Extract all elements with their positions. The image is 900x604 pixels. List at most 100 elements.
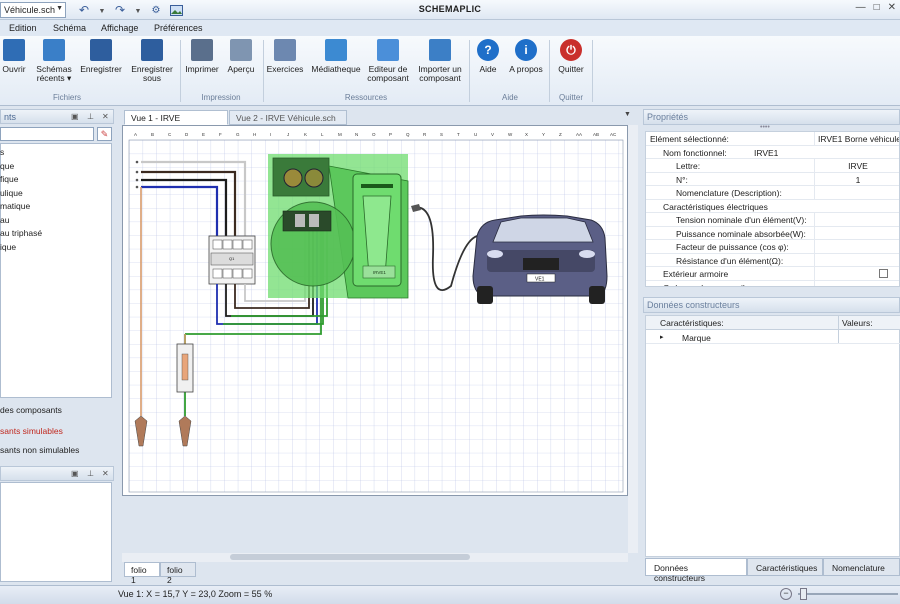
column-letter: S (440, 132, 443, 137)
tab-caracteristiques[interactable]: Caractéristiques (747, 558, 823, 576)
ribbon-button-save[interactable]: Enregistrer (79, 39, 123, 74)
redo-dropdown-icon[interactable]: ▼ (130, 3, 146, 19)
tab-vue-2[interactable]: Vue 2 - IRVE Véhicule.sch (229, 110, 347, 125)
save-as-icon (141, 39, 163, 61)
property-value[interactable] (814, 280, 899, 286)
file-combo[interactable]: Véhicule.sch ▼ (0, 2, 66, 18)
ribbon-button-quit[interactable]: ⏻ Quitter (555, 39, 587, 74)
property-row[interactable]: Extérieur armoire (646, 267, 899, 281)
property-value[interactable]: IRVE1 Borne véhicule é (814, 132, 899, 145)
exercises-icon (274, 39, 296, 61)
tools-icon[interactable]: ⚙ (148, 2, 164, 18)
pin-icon[interactable]: ⊥ (87, 469, 94, 478)
tab-nomenclature[interactable]: Nomenclature (823, 558, 900, 576)
panel-menu-icon[interactable]: ▣ (71, 112, 79, 121)
property-value[interactable] (814, 226, 899, 240)
tab-vue-1[interactable]: Vue 1 - IRVE Véhicule.sch (124, 110, 228, 133)
property-row[interactable]: Nom fonctionnel: IRVE1 (646, 146, 899, 159)
tree-item[interactable]: au (0, 215, 9, 225)
tab-donnees-constructeurs[interactable]: Données constructeurs (645, 558, 747, 583)
close-panel-icon[interactable]: ✕ (102, 469, 109, 478)
close-panel-icon[interactable]: ✕ (102, 112, 109, 121)
property-row[interactable]: Lettre: IRVE (646, 159, 899, 173)
zoom-slider-track[interactable] (798, 593, 898, 595)
group-label-impression: Impression (201, 93, 241, 102)
ribbon-button-exercises[interactable]: Exercices (267, 39, 303, 74)
tree-item[interactable]: au triphasé (0, 228, 42, 238)
redo-icon[interactable]: ↷ (112, 2, 128, 18)
property-checkbox[interactable] (814, 267, 899, 280)
tree-item[interactable]: fique (0, 174, 18, 184)
property-row[interactable]: Ordonner les appareils (646, 280, 899, 287)
tree-item[interactable]: s (0, 147, 4, 157)
save-icon (90, 39, 112, 61)
tree-item[interactable]: que (0, 161, 14, 171)
pencil-icon[interactable]: ✎ (97, 127, 112, 141)
ribbon-button-media-library[interactable]: Médiatheque (310, 39, 362, 74)
legend-item[interactable]: sants non simulables (0, 445, 79, 455)
charging-station-irve1: IRVE1 (268, 154, 409, 299)
drawing-sheet[interactable]: A B C D E F G H I J K L M N O P Q R S T U V W X Y Z AA AB AC Q1 (122, 125, 628, 496)
menu-edition[interactable]: Edition (9, 23, 37, 33)
property-row[interactable]: Tension nominale d'un élément(V): (646, 213, 899, 227)
undo-dropdown-icon[interactable]: ▼ (94, 3, 110, 19)
quit-icon: ⏻ (560, 39, 582, 61)
pin-icon[interactable]: ⊥ (87, 112, 94, 121)
component-search-input[interactable] (0, 127, 94, 141)
tab-folio-2[interactable]: folio 2 (160, 562, 196, 585)
zoom-slider-thumb[interactable] (800, 588, 807, 600)
row-expand-icon[interactable]: ▸ (660, 333, 664, 341)
column-letter: W (508, 132, 513, 137)
property-value[interactable] (814, 253, 899, 267)
menu-schema[interactable]: Schéma (53, 23, 86, 33)
vertical-scrollbar[interactable] (628, 125, 638, 553)
tree-item[interactable]: ulique (0, 188, 23, 198)
ribbon-button-about[interactable]: i A propos (507, 39, 545, 74)
image-icon[interactable] (168, 2, 184, 18)
property-value[interactable] (814, 213, 899, 226)
property-value[interactable] (814, 186, 899, 199)
tree-item[interactable]: ique (0, 242, 16, 252)
checkbox-icon[interactable] (878, 269, 888, 278)
undo-icon[interactable]: ↶ (76, 2, 92, 18)
property-label: Ordonner les appareils (663, 283, 749, 287)
tab-list-dropdown-icon[interactable]: ▼ (624, 111, 631, 118)
tab-folio-1[interactable]: folio 1 (124, 562, 160, 585)
ribbon-button-recent-schemas[interactable]: Schémas récents ▾ (34, 39, 74, 83)
menu-preferences[interactable]: Préférences (154, 23, 203, 33)
property-row[interactable]: Facteur de puissance (cos φ): (646, 240, 899, 254)
property-row[interactable]: Puissance nominale absorbée(W): (646, 226, 899, 240)
legend-item[interactable]: des composants (0, 405, 62, 415)
property-row[interactable]: Elément sélectionné: IRVE1 Borne véhicule… (646, 132, 899, 146)
column-letter: Q (406, 132, 410, 137)
zoom-out-button[interactable]: − (780, 588, 792, 600)
property-value[interactable]: 1 (814, 172, 899, 186)
menu-affichage[interactable]: Affichage (101, 23, 138, 33)
schematic-canvas[interactable]: A B C D E F G H I J K L M N O P Q R S T U V W X Y Z AA AB AC Q1 (123, 126, 628, 496)
column-letter: C (168, 132, 172, 137)
ribbon-button-preview-magnifier[interactable]: Aperçu (227, 39, 255, 74)
legend-item[interactable]: sants simulables (0, 426, 63, 436)
property-row[interactable]: Résistance d'un élément(Ω): (646, 253, 899, 267)
component-editor-icon (377, 39, 399, 61)
property-value[interactable]: IRVE (814, 159, 899, 172)
property-row[interactable]: Nomenclature (Description): (646, 186, 899, 200)
property-value[interactable] (814, 240, 899, 253)
ribbon-button-import-component[interactable]: Importer un composant (414, 39, 466, 83)
ribbon-button-component-editor[interactable]: Editeur de composant (366, 39, 410, 83)
maximize-button[interactable]: □ (874, 2, 880, 13)
column-letter: R (423, 132, 427, 137)
property-row[interactable]: N°: 1 (646, 172, 899, 186)
property-row[interactable]: Caractéristiques électriques (646, 200, 899, 213)
grip-icon[interactable]: •••• (760, 124, 770, 131)
ribbon-button-printer[interactable]: Imprimer (185, 39, 219, 74)
panel-menu-icon[interactable]: ▣ (71, 469, 79, 478)
ribbon-button-save-as[interactable]: Enregistrer sous (129, 39, 175, 83)
ribbon-button-help[interactable]: ? Aide (475, 39, 501, 74)
tree-item[interactable]: matique (0, 201, 30, 211)
minimize-button[interactable]: — (856, 2, 866, 13)
ribbon-separator (549, 40, 550, 102)
ribbon-button-folder-open[interactable]: Ouvrir (2, 39, 26, 74)
horizontal-scroll-thumb[interactable] (230, 554, 470, 560)
close-button[interactable]: ✕ (888, 2, 896, 13)
